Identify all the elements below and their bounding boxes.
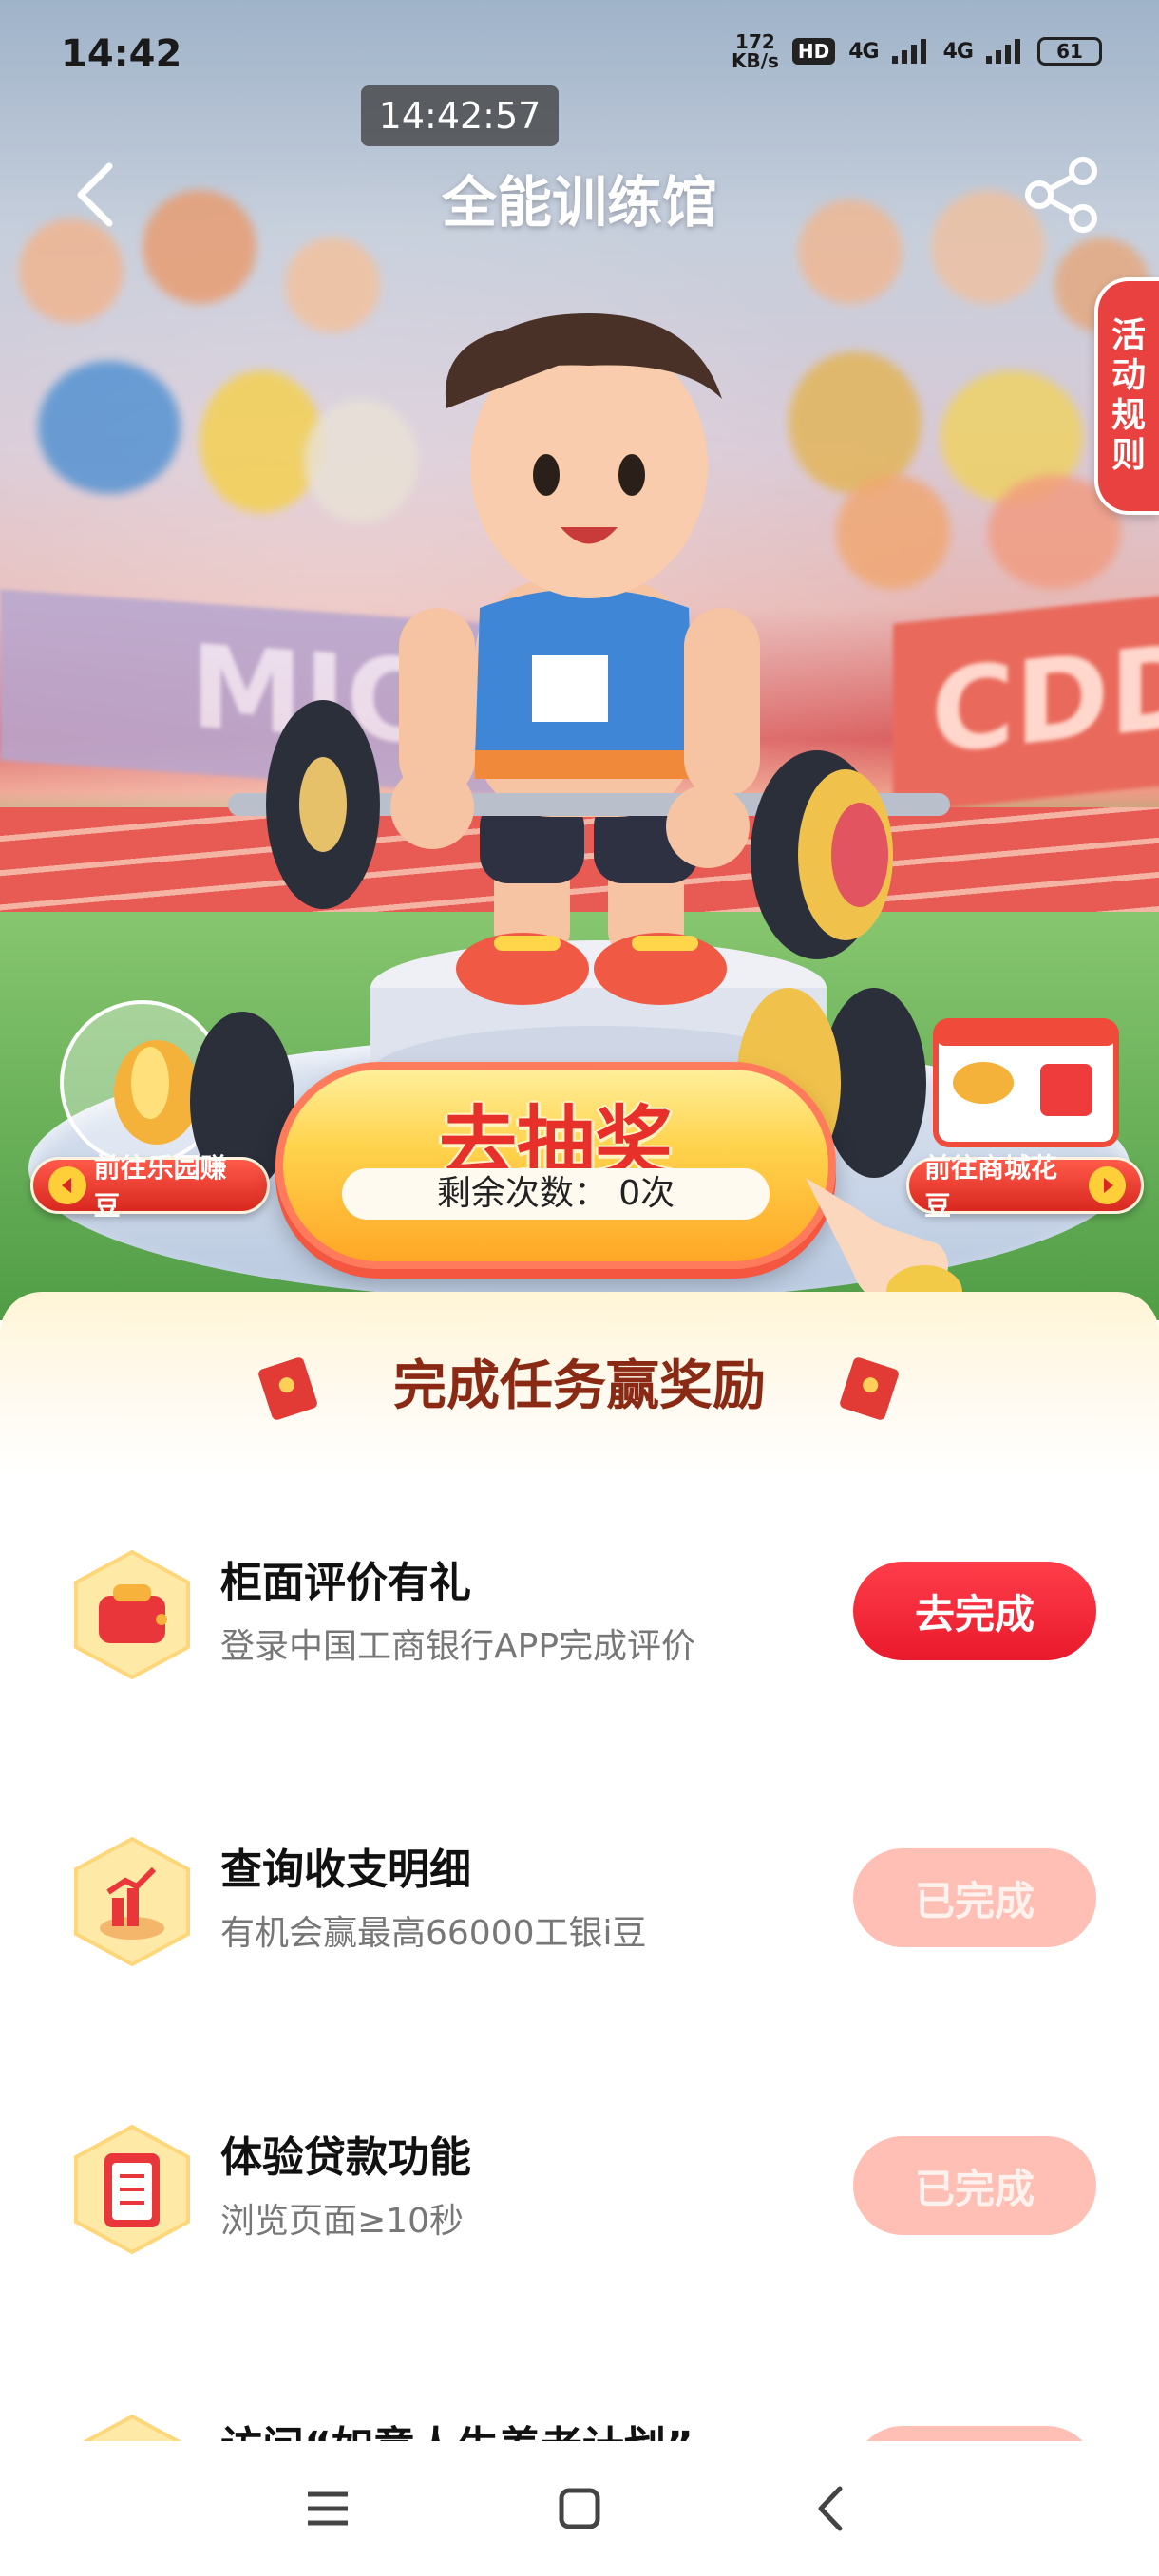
task-title: 查询收支明细: [220, 1846, 471, 1894]
overlay-clock: 14:42:57: [361, 85, 559, 146]
task-desc: 登录中国工商银行APP完成评价: [220, 1627, 696, 1666]
network-speed-value: 172: [735, 30, 775, 53]
status-time: 14:42: [61, 32, 182, 76]
task-panel-title: 完成任务赢奖励: [393, 1355, 766, 1417]
task-done-button[interactable]: 已完成: [853, 1848, 1096, 1947]
hd-icon: HD: [791, 38, 836, 65]
arrow-right-icon: [1089, 1166, 1126, 1204]
remaining-label: 剩余次数：: [436, 1174, 608, 1213]
go-to-park-label: 前往乐园赚豆: [93, 1152, 227, 1222]
task-title: 访问“如意人生养老计划”: [220, 2413, 694, 2441]
task-desc: 浏览页面≥10秒: [220, 2202, 464, 2241]
battery-icon: 61: [1037, 37, 1102, 66]
menu-icon[interactable]: [294, 2475, 361, 2542]
share-icon[interactable]: [1018, 152, 1104, 237]
task-panel-header: 完成任务赢奖励: [0, 1349, 1159, 1425]
rules-tab-char: 动: [1111, 356, 1146, 395]
network-speed-unit: KB/s: [731, 49, 779, 72]
task-title: 柜面评价有礼: [220, 1559, 471, 1607]
status-bar: 14:42 172 KB/s HD 4G 4G 61: [0, 0, 1159, 104]
home-icon[interactable]: [546, 2475, 613, 2542]
status-icons: 172 KB/s HD 4G 4G 61: [732, 32, 1102, 70]
arrow-left-icon: [48, 1166, 86, 1204]
plan-icon: [82, 2414, 182, 2441]
go-to-park-button[interactable]: 前往乐园赚豆: [30, 1152, 270, 1222]
red-envelope-icon: [840, 1357, 899, 1420]
statement-chart-icon: [74, 1836, 190, 1967]
task-title: 体验贷款功能: [220, 2133, 471, 2182]
lottery-button[interactable]: 去抽奖 剩余次数： 0次: [276, 1062, 836, 1269]
activity-rules-tab[interactable]: 活 动 规 则: [1094, 277, 1159, 515]
system-nav-bar: [0, 2441, 1159, 2576]
task-row: 柜面评价有礼 登录中国工商银行APP完成评价 去完成: [0, 1548, 1159, 1738]
task-desc: 有机会赢最高66000工银i豆: [220, 1914, 647, 1953]
clipboard-icon: [74, 2124, 190, 2255]
task-row: 体验贷款功能 浏览页面≥10秒 已完成: [0, 2123, 1159, 2313]
top-nav-bar: 全能训练馆: [0, 142, 1159, 247]
lottery-remaining: 剩余次数： 0次: [342, 1168, 770, 1220]
red-envelope-icon: [258, 1357, 317, 1420]
task-row: 访问“如意人生养老计划”: [0, 2413, 1159, 2441]
network-speed: 172 KB/s: [732, 32, 779, 70]
remaining-value: 0次: [618, 1174, 675, 1213]
task-complete-button[interactable]: 去完成: [853, 1562, 1096, 1660]
signal-icon: 4G: [848, 39, 879, 64]
page-title: 全能训练馆: [441, 170, 717, 235]
back-icon[interactable]: [798, 2475, 864, 2542]
signal-icon-2: 4G: [942, 39, 974, 64]
signal-bars-icon: [891, 39, 926, 64]
rules-tab-char: 活: [1111, 316, 1146, 355]
rules-tab-char: 则: [1111, 436, 1146, 475]
task-panel: 完成任务赢奖励 柜面评价有礼 登录中国工商银行APP完成评价 去完成 查询收支明…: [0, 1292, 1159, 2441]
wallet-icon: [74, 1549, 190, 1680]
task-row: 查询收支明细 有机会赢最高66000工银i豆 已完成: [0, 1835, 1159, 2025]
task-done-button[interactable]: 已完成: [853, 2136, 1096, 2235]
task-done-button[interactable]: [853, 2426, 1096, 2441]
rules-tab-char: 规: [1111, 396, 1146, 435]
signal-bars-icon-2: [986, 39, 1020, 64]
